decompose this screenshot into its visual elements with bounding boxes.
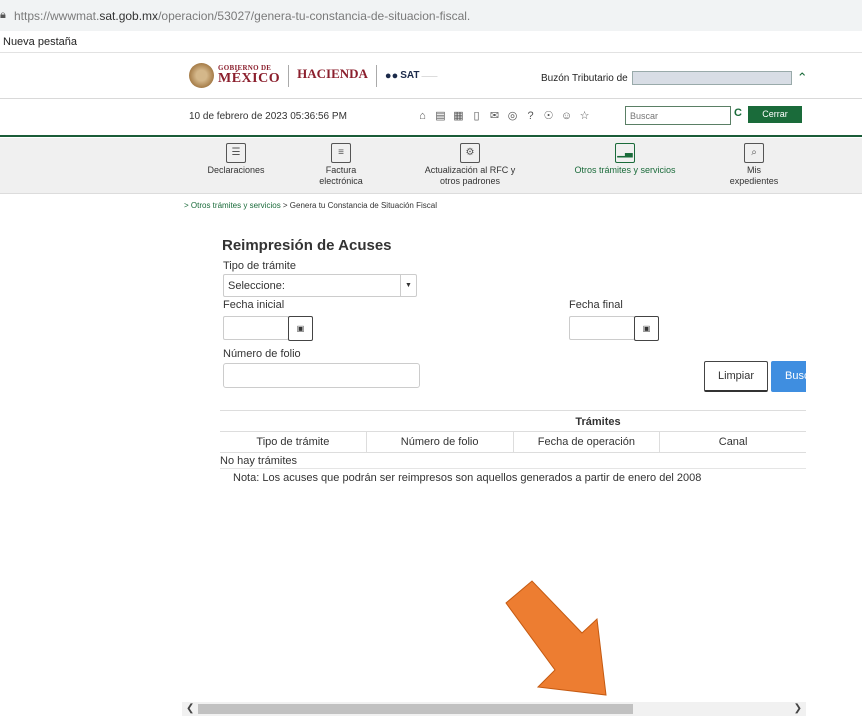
folder-search-icon: ⌕: [744, 143, 764, 163]
star-icon[interactable]: ☆: [578, 109, 591, 122]
table-empty-message: No hay trámites: [220, 453, 806, 469]
chevron-up-icon[interactable]: ⌃: [797, 70, 808, 86]
buzon-tributario: Buzón Tributario de ⌃: [541, 70, 808, 86]
sat-dots-icon: ●●: [384, 69, 399, 82]
annotation-arrow-shape: [505, 580, 607, 696]
breadcrumb: > Otros trámites y servicios > Genera tu…: [184, 201, 437, 210]
buzon-user-field[interactable]: [631, 71, 792, 85]
tipo-tramite-label: Tipo de trámite: [223, 260, 296, 272]
annotation-arrow-icon: [505, 580, 607, 696]
calendar-icon: ▣: [642, 324, 651, 333]
scrollbar-thumb[interactable]: [198, 704, 633, 714]
tipo-tramite-select[interactable]: Seleccione: ▼: [223, 274, 417, 297]
horizontal-scrollbar[interactable]: ❮ ❯: [182, 702, 806, 716]
nav-item-declaraciones[interactable]: ☰ Declaraciones: [206, 143, 266, 176]
nav-item-otros-tramites[interactable]: ▁▃ Otros trámites y servicios: [570, 143, 680, 176]
nav-item-factura[interactable]: ≡ Factura electrónica: [311, 143, 371, 187]
mail-icon[interactable]: ✉: [488, 109, 501, 122]
bookmarks-bar: Nueva pestaña: [0, 31, 862, 53]
scroll-right-icon[interactable]: ❯: [794, 702, 802, 716]
column-header[interactable]: Número de folio: [367, 432, 514, 452]
column-header[interactable]: Canal: [660, 432, 806, 452]
breadcrumb-current: > Genera tu Constancia de Situación Fisc…: [280, 201, 437, 210]
numero-folio-label: Número de folio: [223, 348, 301, 360]
main-nav: ☰ Declaraciones ≡ Factura electrónica ⚙ A…: [0, 138, 862, 194]
address-bar[interactable]: 🔒︎ https://wwwmat.sat.gob.mx/operacion/5…: [0, 0, 862, 31]
calendar-icon: ▣: [296, 324, 305, 333]
logo-divider: [375, 64, 377, 87]
nav-item-mis-expedientes[interactable]: ⌕ Mis expedientes: [724, 143, 784, 187]
buscar-button[interactable]: Buscar: [771, 361, 806, 392]
logout-button[interactable]: Cerrar sesión: [748, 106, 802, 136]
book-icon[interactable]: ▯: [470, 109, 483, 122]
calendar-button-final[interactable]: ▣: [634, 316, 659, 341]
page-title: Reimpresión de Acuses: [222, 237, 392, 254]
search-input[interactable]: [625, 106, 731, 125]
hacienda-logo: HACIENDA: [297, 66, 368, 81]
url-text[interactable]: https://wwwmat.sat.gob.mx/operacion/5302…: [14, 9, 470, 23]
logo-divider: [288, 64, 290, 87]
table-header-row: Tipo de trámite Número de folio Fecha de…: [220, 432, 806, 453]
caret-down-icon: ▼: [400, 275, 416, 296]
coat-of-arms-icon: [189, 63, 214, 88]
compass-icon[interactable]: ◎: [506, 109, 519, 122]
home-icon[interactable]: ⌂: [416, 109, 429, 122]
government-header: GOBIERNO DE MÉXICO HACIENDA ●● SAT ———— Bu…: [0, 53, 862, 99]
sat-logo: ●● SAT ————: [384, 69, 438, 82]
lock-icon: 🔒︎: [0, 9, 6, 21]
header-logos[interactable]: GOBIERNO DE MÉXICO HACIENDA ●● SAT ————: [189, 63, 437, 88]
fecha-final-label: Fecha final: [569, 299, 623, 311]
tipo-tramite-value: Seleccione:: [228, 280, 285, 292]
help-icon[interactable]: ?: [524, 109, 537, 122]
current-date: 10 de febrero de 2023 05:36:56 PM: [189, 111, 347, 122]
bookmark-nueva-pestana[interactable]: Nueva pestaña: [3, 36, 77, 48]
column-header[interactable]: Fecha de operación: [514, 432, 661, 452]
column-header[interactable]: Tipo de trámite: [220, 432, 367, 452]
declarations-icon: ☰: [226, 143, 246, 163]
table-note: Nota: Los acuses que podrán ser reimpres…: [233, 472, 702, 484]
calendar-icon[interactable]: ▦: [452, 109, 465, 122]
calendar-button-inicial[interactable]: ▣: [288, 316, 313, 341]
refresh-icon[interactable]: C: [734, 107, 742, 119]
accessibility-icon[interactable]: ☉: [542, 109, 555, 122]
breadcrumb-link-otros-tramites[interactable]: > Otros trámites y servicios: [184, 201, 281, 210]
limpiar-button[interactable]: Limpiar: [704, 361, 768, 392]
numero-folio-input[interactable]: [223, 363, 420, 388]
scroll-left-icon[interactable]: ❮: [186, 702, 194, 716]
fecha-final-input[interactable]: [569, 316, 635, 340]
invoice-icon: ≡: [331, 143, 351, 163]
fecha-inicial-input[interactable]: [223, 316, 289, 340]
buzon-label: Buzón Tributario de: [541, 72, 628, 84]
tool-icons: ⌂ ▤ ▦ ▯ ✉ ◎ ? ☉ ☺ ☆: [416, 109, 591, 123]
nav-item-actualizacion-rfc[interactable]: ⚙ Actualización al RFC y otros padrones: [420, 143, 520, 187]
settings-screen-icon: ⚙: [460, 143, 480, 163]
chart-icon: ▁▃: [615, 143, 635, 163]
utility-toolbar: 10 de febrero de 2023 05:36:56 PM ⌂ ▤ ▦ …: [0, 99, 862, 137]
tramites-table: Trámites Tipo de trámite Número de folio…: [220, 410, 806, 469]
table-title: Trámites: [220, 410, 806, 432]
fecha-inicial-label: Fecha inicial: [223, 299, 285, 311]
document-icon[interactable]: ▤: [434, 109, 447, 122]
gobierno-logo: GOBIERNO DE MÉXICO: [218, 64, 281, 86]
user-icon[interactable]: ☺: [560, 109, 573, 122]
